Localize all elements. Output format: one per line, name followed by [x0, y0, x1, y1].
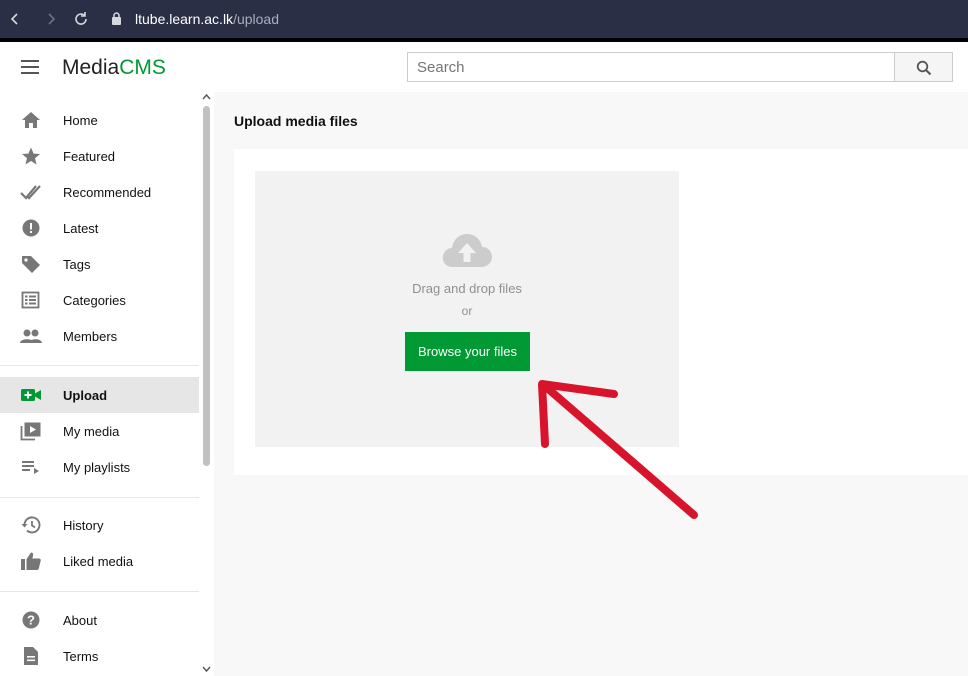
sidebar-item-members[interactable]: Members: [0, 318, 199, 354]
or-text: or: [461, 304, 473, 318]
sidebar-item-about[interactable]: ? About: [0, 602, 199, 638]
search-input[interactable]: [407, 52, 895, 82]
browse-files-button[interactable]: Browse your files: [405, 332, 530, 371]
list-icon: [20, 290, 42, 310]
sidebar-scrollbar[interactable]: [199, 92, 214, 676]
sidebar-item-featured[interactable]: Featured: [0, 138, 199, 174]
search-button[interactable]: [894, 52, 953, 82]
sidebar-item-history[interactable]: History: [0, 507, 199, 543]
reload-icon[interactable]: [72, 10, 90, 28]
drag-drop-text: Drag and drop files: [412, 281, 522, 296]
thumb-up-icon: [20, 551, 42, 571]
sidebar-divider: [0, 365, 199, 366]
people-icon: [20, 326, 42, 346]
annotation-arrow: [538, 380, 698, 519]
back-icon[interactable]: [6, 10, 24, 28]
sidebar-divider: [0, 497, 199, 498]
video-library-icon: [20, 421, 42, 441]
search-icon: [916, 60, 932, 76]
scroll-down-icon[interactable]: [202, 665, 211, 675]
help-icon: ?: [20, 610, 42, 630]
star-icon: [20, 146, 42, 166]
new-badge-icon: [20, 218, 42, 238]
sidebar-item-my-playlists[interactable]: My playlists: [0, 449, 199, 485]
sidebar-item-categories[interactable]: Categories: [0, 282, 199, 318]
sidebar-item-home[interactable]: Home: [0, 102, 199, 138]
browser-toolbar: ltube.learn.ac.lk/upload: [0, 0, 968, 38]
sidebar-item-recommended[interactable]: Recommended: [0, 174, 199, 210]
menu-icon[interactable]: [21, 60, 39, 74]
svg-text:?: ?: [27, 613, 35, 628]
scrollbar-thumb[interactable]: [203, 106, 210, 466]
sidebar-item-tags[interactable]: Tags: [0, 246, 199, 282]
address-bar[interactable]: ltube.learn.ac.lk/upload: [135, 11, 279, 27]
sidebar-item-terms[interactable]: Terms: [0, 638, 199, 674]
scroll-up-icon[interactable]: [202, 93, 211, 103]
history-icon: [20, 515, 42, 535]
tag-icon: [20, 254, 42, 274]
double-check-icon: [20, 182, 42, 202]
sidebar-divider: [0, 591, 199, 592]
home-icon: [20, 110, 42, 130]
page-title: Upload media files: [234, 113, 358, 129]
forward-icon[interactable]: [42, 10, 60, 28]
playlist-icon: [20, 457, 42, 477]
brand-logo[interactable]: MediaCMS: [62, 56, 166, 80]
sidebar: Home Featured Recommended Latest Tags Ca…: [0, 92, 214, 676]
video-add-icon: [20, 385, 42, 405]
lock-icon: [111, 12, 122, 25]
app-header: MediaCMS: [0, 42, 968, 92]
sidebar-item-latest[interactable]: Latest: [0, 210, 199, 246]
sidebar-item-liked-media[interactable]: Liked media: [0, 543, 199, 579]
cloud-upload-icon: [442, 234, 492, 267]
sidebar-item-upload[interactable]: Upload: [0, 377, 199, 413]
sidebar-item-my-media[interactable]: My media: [0, 413, 199, 449]
document-icon: [20, 646, 42, 666]
